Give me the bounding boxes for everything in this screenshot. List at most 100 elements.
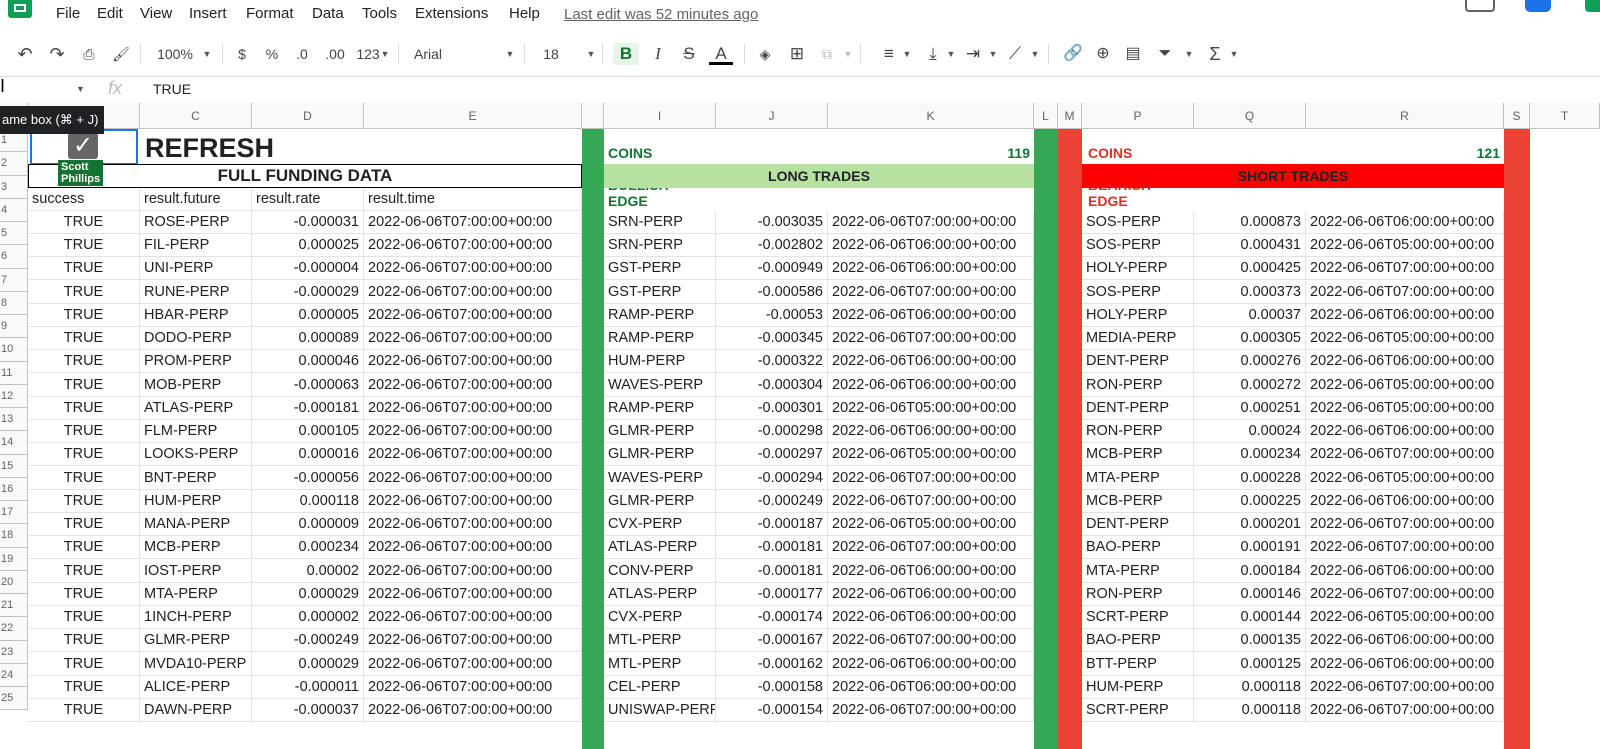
table-cell-time[interactable]: 2022-06-06T07:00:00+00:00 bbox=[364, 606, 582, 629]
column-header-c[interactable]: C bbox=[140, 103, 252, 129]
insert-comment-icon[interactable]: ⊕ bbox=[1092, 43, 1114, 65]
table-cell-rate[interactable]: -0.000011 bbox=[252, 675, 364, 699]
column-header-q[interactable]: Q bbox=[1194, 103, 1306, 129]
short-cell-future[interactable]: HUM-PERP bbox=[1082, 675, 1194, 699]
table-cell-time[interactable]: 2022-06-06T07:00:00+00:00 bbox=[364, 373, 582, 397]
short-cell-rate[interactable]: 0.000431 bbox=[1194, 234, 1306, 257]
long-cell-future[interactable]: WAVES-PERP bbox=[604, 466, 716, 490]
table-cell-success[interactable]: TRUE bbox=[28, 234, 140, 257]
table-cell-success[interactable]: TRUE bbox=[28, 443, 140, 467]
table-cell-rate[interactable]: -0.000181 bbox=[252, 396, 364, 420]
table-cell-rate[interactable]: -0.000249 bbox=[252, 629, 364, 653]
short-cell-future[interactable]: HOLY-PERP bbox=[1082, 303, 1194, 327]
table-cell-future[interactable]: MOB-PERP bbox=[140, 373, 252, 397]
table-cell-success[interactable]: TRUE bbox=[28, 327, 140, 350]
row-header-11[interactable]: 11 bbox=[0, 361, 28, 385]
long-cell-rate[interactable]: -0.000298 bbox=[716, 420, 828, 443]
long-cell-rate[interactable]: -0.000158 bbox=[716, 675, 828, 699]
table-cell-rate[interactable]: 0.000118 bbox=[252, 489, 364, 513]
long-cell-time[interactable]: 2022-06-06T07:00:00+00:00 bbox=[828, 699, 1034, 722]
row-header-8[interactable]: 8 bbox=[0, 291, 28, 315]
long-cell-rate[interactable]: -0.003035 bbox=[716, 210, 828, 234]
table-cell-future[interactable]: DAWN-PERP bbox=[140, 699, 252, 722]
zoom-caret-icon[interactable]: ▼ bbox=[202, 43, 212, 65]
long-cell-time[interactable]: 2022-06-06T07:00:00+00:00 bbox=[828, 327, 1034, 350]
short-cell-rate[interactable]: 0.000146 bbox=[1194, 582, 1306, 606]
long-cell-rate[interactable]: -0.000187 bbox=[716, 513, 828, 536]
short-cell-time[interactable]: 2022-06-06T07:00:00+00:00 bbox=[1306, 675, 1504, 699]
table-cell-success[interactable]: TRUE bbox=[28, 466, 140, 490]
table-cell-future[interactable]: MCB-PERP bbox=[140, 536, 252, 560]
long-cell-future[interactable]: RAMP-PERP bbox=[604, 327, 716, 350]
short-cell-time[interactable]: 2022-06-06T06:00:00+00:00 bbox=[1306, 210, 1504, 234]
menu-file[interactable]: File bbox=[56, 5, 80, 22]
short-cell-future[interactable]: DENT-PERP bbox=[1082, 513, 1194, 536]
short-cell-rate[interactable]: 0.000251 bbox=[1194, 396, 1306, 420]
borders-icon[interactable]: ⊞ bbox=[786, 43, 808, 65]
short-cell-rate[interactable]: 0.000276 bbox=[1194, 350, 1306, 374]
short-cell-time[interactable]: 2022-06-06T07:00:00+00:00 bbox=[1306, 280, 1504, 304]
table-cell-rate[interactable]: 0.000005 bbox=[252, 303, 364, 327]
long-cell-future[interactable]: GST-PERP bbox=[604, 257, 716, 281]
row-header-12[interactable]: 12 bbox=[0, 384, 28, 408]
percent-format-button[interactable]: % bbox=[263, 43, 281, 65]
table-cell-time[interactable]: 2022-06-06T07:00:00+00:00 bbox=[364, 513, 582, 536]
table-cell-future[interactable]: HBAR-PERP bbox=[140, 303, 252, 327]
row-header-20[interactable]: 20 bbox=[0, 570, 28, 594]
table-cell-success[interactable]: TRUE bbox=[28, 303, 140, 327]
row-header-17[interactable]: 17 bbox=[0, 501, 28, 525]
table-cell-success[interactable]: TRUE bbox=[28, 513, 140, 536]
long-cell-time[interactable]: 2022-06-06T07:00:00+00:00 bbox=[828, 489, 1034, 513]
short-cell-rate[interactable]: 0.00024 bbox=[1194, 420, 1306, 443]
short-cell-rate[interactable]: 0.000191 bbox=[1194, 536, 1306, 560]
column-header-s[interactable]: S bbox=[1504, 103, 1530, 129]
long-cell-time[interactable]: 2022-06-06T07:00:00+00:00 bbox=[828, 629, 1034, 653]
long-cell-future[interactable]: CVX-PERP bbox=[604, 606, 716, 629]
short-cell-rate[interactable]: 0.000272 bbox=[1194, 373, 1306, 397]
row-header-5[interactable]: 5 bbox=[0, 222, 28, 246]
refresh-checkbox[interactable]: ✓ bbox=[68, 133, 98, 159]
table-cell-time[interactable]: 2022-06-06T07:00:00+00:00 bbox=[364, 582, 582, 606]
horizontal-align-icon[interactable]: ≡ bbox=[878, 43, 900, 65]
table-cell-future[interactable]: FIL-PERP bbox=[140, 234, 252, 257]
table-cell-future[interactable]: IOST-PERP bbox=[140, 559, 252, 583]
table-cell-future[interactable]: ROSE-PERP bbox=[140, 210, 252, 234]
menu-extensions[interactable]: Extensions bbox=[415, 5, 488, 22]
row-header-6[interactable]: 6 bbox=[0, 245, 28, 269]
long-cell-rate[interactable]: -0.000301 bbox=[716, 396, 828, 420]
table-cell-rate[interactable]: 0.000016 bbox=[252, 443, 364, 467]
table-cell-success[interactable]: TRUE bbox=[28, 699, 140, 722]
column-header-t[interactable]: T bbox=[1530, 103, 1600, 129]
table-cell-time[interactable]: 2022-06-06T07:00:00+00:00 bbox=[364, 420, 582, 443]
short-cell-future[interactable]: SCRT-PERP bbox=[1082, 606, 1194, 629]
table-cell-time[interactable]: 2022-06-06T07:00:00+00:00 bbox=[364, 466, 582, 490]
long-cell-time[interactable]: 2022-06-06T07:00:00+00:00 bbox=[828, 536, 1034, 560]
long-cell-rate[interactable]: -0.000162 bbox=[716, 652, 828, 676]
row-header-24[interactable]: 24 bbox=[0, 663, 28, 687]
menu-format[interactable]: Format bbox=[246, 5, 294, 22]
short-cell-time[interactable]: 2022-06-06T05:00:00+00:00 bbox=[1306, 234, 1504, 257]
long-cell-future[interactable]: CVX-PERP bbox=[604, 513, 716, 536]
fill-color-icon[interactable]: ◈ bbox=[754, 43, 776, 65]
long-cell-time[interactable]: 2022-06-06T07:00:00+00:00 bbox=[828, 280, 1034, 304]
long-cell-rate[interactable]: -0.000345 bbox=[716, 327, 828, 350]
short-cell-rate[interactable]: 0.000425 bbox=[1194, 257, 1306, 281]
table-cell-rate[interactable]: 0.000025 bbox=[252, 234, 364, 257]
long-cell-time[interactable]: 2022-06-06T05:00:00+00:00 bbox=[828, 443, 1034, 467]
short-cell-rate[interactable]: 0.000201 bbox=[1194, 513, 1306, 536]
long-cell-time[interactable]: 2022-06-06T06:00:00+00:00 bbox=[828, 303, 1034, 327]
table-cell-success[interactable]: TRUE bbox=[28, 606, 140, 629]
short-cell-time[interactable]: 2022-06-06T07:00:00+00:00 bbox=[1306, 257, 1504, 281]
long-cell-future[interactable]: MTL-PERP bbox=[604, 652, 716, 676]
row-header-14[interactable]: 14 bbox=[0, 431, 28, 455]
currency-format-button[interactable]: $ bbox=[234, 43, 250, 65]
table-cell-future[interactable]: FLM-PERP bbox=[140, 420, 252, 443]
long-cell-future[interactable]: GLMR-PERP bbox=[604, 489, 716, 513]
row-header-3[interactable]: 3 bbox=[0, 175, 28, 199]
short-cell-time[interactable]: 2022-06-06T05:00:00+00:00 bbox=[1306, 396, 1504, 420]
short-cell-future[interactable]: SOS-PERP bbox=[1082, 210, 1194, 234]
long-cell-future[interactable]: CEL-PERP bbox=[604, 675, 716, 699]
menu-help[interactable]: Help bbox=[509, 5, 540, 22]
filter-caret-icon[interactable]: ▼ bbox=[1184, 43, 1194, 65]
table-cell-success[interactable]: TRUE bbox=[28, 536, 140, 560]
